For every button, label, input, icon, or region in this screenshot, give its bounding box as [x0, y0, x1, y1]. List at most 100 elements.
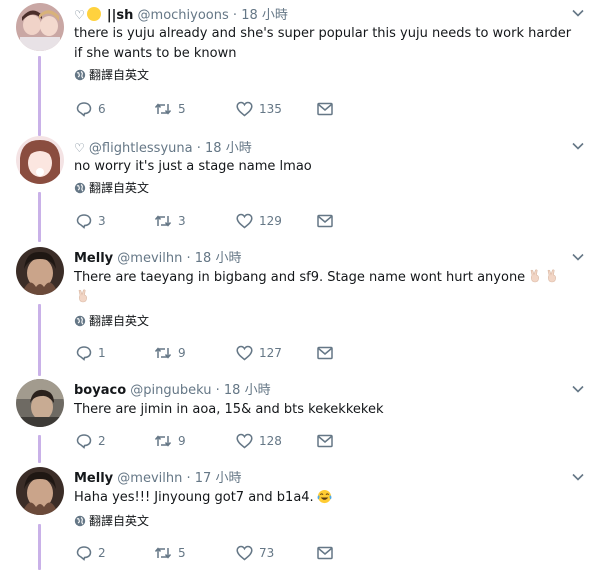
- handle[interactable]: @flightlessyuna: [89, 141, 193, 156]
- avatar[interactable]: [16, 467, 64, 515]
- tweet-text: There are jimin in aoa, 15& and bts keke…: [74, 402, 384, 417]
- retweet-icon: [154, 434, 172, 447]
- globe-icon: [74, 182, 86, 194]
- timestamp[interactable]: 18 小時: [224, 383, 271, 398]
- avatar[interactable]: [16, 379, 64, 427]
- like-button[interactable]: 135: [236, 98, 282, 118]
- message-button[interactable]: [317, 342, 333, 362]
- retweet-button[interactable]: 3: [154, 210, 186, 230]
- translate-label: 翻譯自英文: [89, 514, 150, 528]
- retweet-icon: [154, 214, 172, 227]
- reply-icon: [76, 345, 92, 361]
- display-name[interactable]: Melly: [74, 251, 113, 266]
- like-icon: [236, 101, 253, 116]
- reply-button[interactable]: 2: [76, 430, 106, 450]
- translate-label: 翻譯自英文: [89, 314, 150, 328]
- avatar[interactable]: [16, 136, 64, 184]
- handle[interactable]: @pingubeku: [130, 383, 211, 398]
- chevron-down-icon[interactable]: [572, 471, 584, 483]
- retweet-count: 3: [178, 213, 186, 228]
- translate-link[interactable]: 翻譯自英文: [74, 312, 149, 330]
- heart-prefix: ♡: [74, 8, 85, 22]
- display-name[interactable]: ||sh: [107, 8, 134, 23]
- victory-hand-emoji-icon: [78, 289, 87, 303]
- reply-count: 6: [98, 101, 106, 116]
- message-icon: [317, 102, 333, 115]
- message-button[interactable]: [317, 542, 333, 562]
- message-button[interactable]: [317, 430, 333, 450]
- reply-button[interactable]: 3: [76, 210, 106, 230]
- chevron-down-icon[interactable]: [572, 7, 584, 19]
- message-icon: [317, 434, 333, 447]
- globe-icon: [74, 515, 86, 527]
- chevron-down-icon[interactable]: [572, 383, 584, 395]
- tweet-actions: 2 9 128: [76, 430, 376, 450]
- retweet-button[interactable]: 5: [154, 98, 186, 118]
- message-icon: [317, 546, 333, 559]
- like-icon: [236, 345, 253, 360]
- tweet-actions: 3 3 129: [76, 210, 376, 230]
- tweet: ♡ ||sh @mochiyoons · 18 小時 there is yuju…: [0, 3, 606, 123]
- handle[interactable]: @mochiyoons: [138, 8, 229, 23]
- like-count: 128: [259, 433, 282, 448]
- message-button[interactable]: [317, 98, 333, 118]
- reply-icon: [76, 213, 92, 229]
- tweet-actions: 6 5 135: [76, 98, 376, 118]
- like-button[interactable]: 129: [236, 210, 282, 230]
- reply-button[interactable]: 2: [76, 542, 106, 562]
- handle[interactable]: @mevilhn: [117, 251, 182, 266]
- tweet-header: Melly @mevilhn · 18 小時: [74, 249, 241, 269]
- message-icon: [317, 214, 333, 227]
- like-button[interactable]: 128: [236, 430, 282, 450]
- timestamp[interactable]: 18 小時: [205, 141, 252, 156]
- timestamp[interactable]: 17 小時: [195, 471, 242, 486]
- message-button[interactable]: [317, 210, 333, 230]
- separator: ·: [196, 141, 201, 156]
- reply-icon: [76, 545, 92, 561]
- chevron-down-icon[interactable]: [572, 140, 584, 152]
- reply-button[interactable]: 6: [76, 98, 106, 118]
- reply-button[interactable]: 1: [76, 342, 106, 362]
- avatar[interactable]: [16, 247, 64, 295]
- reply-icon: [76, 433, 92, 449]
- like-button[interactable]: 127: [236, 342, 282, 362]
- globe-icon: [74, 69, 86, 81]
- retweet-count: 5: [178, 101, 186, 116]
- translate-label: 翻譯自英文: [89, 68, 150, 82]
- tweet-text-content: There are taeyang in bigbang and sf9. St…: [74, 270, 526, 285]
- tweet: Melly @mevilhn · 18 小時 There are taeyang…: [0, 247, 606, 367]
- translate-link[interactable]: 翻譯自英文: [74, 512, 149, 530]
- display-name[interactable]: Melly: [74, 471, 113, 486]
- tweet: boyaco @pingubeku · 18 小時 There are jimi…: [0, 379, 606, 459]
- like-count: 129: [259, 213, 282, 228]
- retweet-button[interactable]: 9: [154, 342, 186, 362]
- retweet-count: 9: [178, 433, 186, 448]
- retweet-icon: [154, 546, 172, 559]
- timestamp[interactable]: 18 小時: [195, 251, 242, 266]
- tweet-text-content: Haha yes!!! Jinyoung got7 and b1a4.: [74, 490, 314, 505]
- message-icon: [317, 346, 333, 359]
- retweet-button[interactable]: 9: [154, 430, 186, 450]
- chevron-down-icon[interactable]: [572, 251, 584, 263]
- chick-emoji-icon: [86, 7, 101, 21]
- victory-hand-emoji-icon: [547, 269, 557, 283]
- like-icon: [236, 545, 253, 560]
- reply-count: 1: [98, 345, 106, 360]
- display-name[interactable]: boyaco: [74, 383, 126, 398]
- tweet-text: no worry it's just a stage name lmao: [74, 159, 312, 174]
- retweet-count: 5: [178, 545, 186, 560]
- reply-icon: [76, 101, 92, 117]
- retweet-button[interactable]: 5: [154, 542, 186, 562]
- translate-link[interactable]: 翻譯自英文: [74, 179, 149, 197]
- timestamp[interactable]: 18 小時: [241, 8, 288, 23]
- avatar[interactable]: [16, 3, 64, 51]
- like-button[interactable]: 73: [236, 542, 274, 562]
- retweet-count: 9: [178, 345, 186, 360]
- translate-link[interactable]: 翻譯自英文: [74, 66, 149, 84]
- tweet-actions: 1 9 127: [76, 342, 376, 362]
- handle[interactable]: @mevilhn: [117, 471, 182, 486]
- like-icon: [236, 433, 253, 448]
- retweet-icon: [154, 346, 172, 359]
- like-icon: [236, 213, 253, 228]
- victory-hand-emoji-icon: [530, 269, 540, 283]
